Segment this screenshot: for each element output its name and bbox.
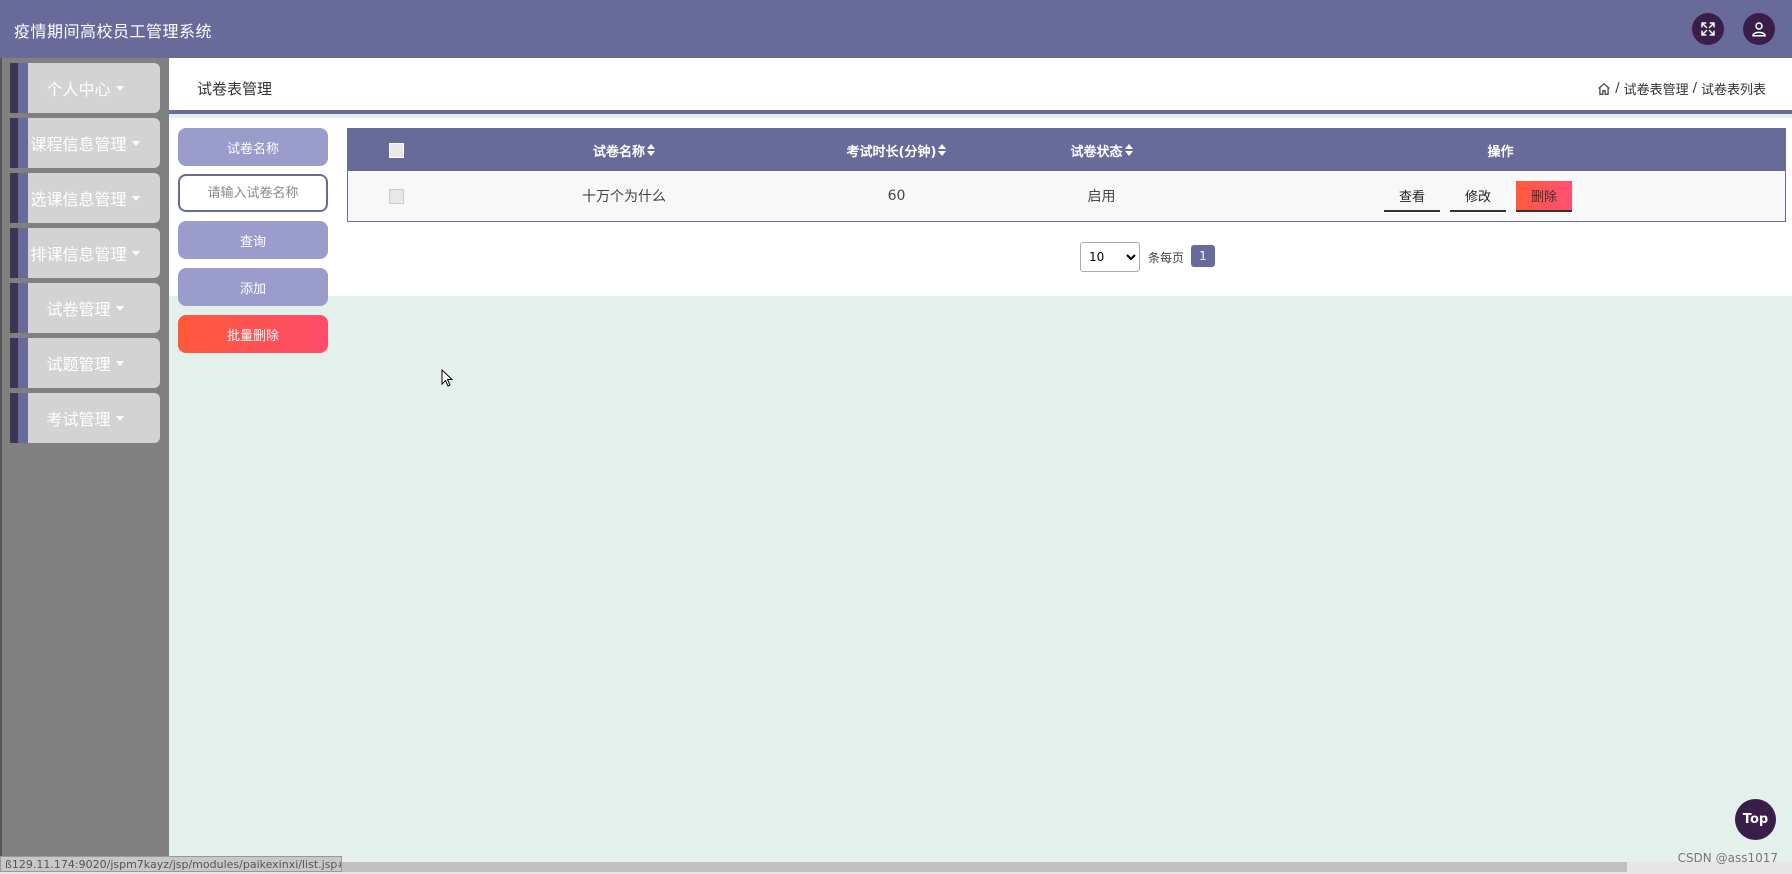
sidebar-item-label: 课程信息管理 — [30, 135, 127, 154]
chevron-down-icon — [115, 415, 124, 421]
sort-icon — [938, 144, 947, 156]
page-titlebar: 试卷表管理 / 试卷表管理 / 试卷表列表 — [169, 58, 1792, 114]
user-button[interactable] — [1743, 13, 1775, 45]
watermark: CSDN @ass1017 — [1677, 851, 1778, 865]
cell-paper-name: 十万个为什么 — [582, 189, 666, 205]
column-header-duration[interactable]: 考试时长(分钟) — [804, 129, 989, 171]
app-title: 疫情期间高校员工管理系统 — [14, 22, 213, 41]
mouse-cursor-icon — [441, 369, 453, 387]
fullscreen-button[interactable] — [1692, 13, 1724, 45]
delete-button[interactable]: 删除 — [1516, 181, 1572, 212]
name-filter-label: 试卷名称 — [178, 128, 328, 166]
per-page-label: 条每页 — [1148, 251, 1185, 265]
sidebar-item-label: 考试管理 — [46, 410, 111, 429]
browser-status-url: ß129.11.174:9020/jspm7kayz/jsp/modules/p… — [0, 856, 342, 872]
sidebar-item-label: 试卷管理 — [46, 300, 111, 319]
sidebar-item-label: 排课信息管理 — [30, 245, 127, 264]
column-header-label: 考试时长(分钟) — [846, 144, 937, 160]
cell-status: 启用 — [1087, 189, 1116, 205]
scrollbar-thumb[interactable] — [342, 862, 1627, 872]
select-all-checkbox[interactable] — [388, 142, 404, 158]
breadcrumb: / 试卷表管理 / 试卷表列表 — [1597, 79, 1766, 98]
sidebar-item-schedule[interactable]: 排课信息管理 — [10, 228, 160, 278]
chevron-down-icon — [115, 305, 124, 311]
column-header-label: 试卷名称 — [592, 144, 645, 160]
chevron-down-icon — [115, 360, 124, 366]
column-header-actions: 操作 — [1214, 129, 1787, 171]
user-icon — [1752, 22, 1766, 37]
select-all-cell — [348, 129, 444, 171]
breadcrumb-item[interactable]: 试卷表管理 — [1624, 79, 1689, 98]
sidebar-item-questions[interactable]: 试题管理 — [10, 338, 160, 388]
chevron-down-icon — [131, 250, 140, 256]
sidebar-item-label: 个人中心 — [46, 80, 111, 99]
sidebar-item-label: 试题管理 — [46, 355, 111, 374]
breadcrumb-separator: / — [1692, 81, 1697, 96]
sidebar-item-course-info[interactable]: 课程信息管理 — [10, 118, 160, 168]
top-header: 疫情期间高校员工管理系统 — [0, 0, 1792, 58]
chevron-down-icon — [115, 85, 124, 91]
sidebar-item-course-selection[interactable]: 选课信息管理 — [10, 173, 160, 223]
chevron-down-icon — [131, 140, 140, 146]
table-row: 十万个为什么 60 启用 查看 修改 删除 — [348, 171, 1785, 221]
fullscreen-icon — [1701, 22, 1715, 36]
edit-button[interactable]: 修改 — [1450, 181, 1506, 212]
page-number-button[interactable]: 1 — [1191, 245, 1215, 267]
sidebar-item-label: 选课信息管理 — [30, 190, 127, 209]
batch-delete-button[interactable]: 批量删除 — [178, 315, 328, 353]
sidebar-item-personal-center[interactable]: 个人中心 — [10, 63, 160, 113]
column-header-name[interactable]: 试卷名称 — [444, 129, 804, 171]
column-header-label: 试卷状态 — [1070, 144, 1123, 160]
sort-icon — [1124, 144, 1133, 156]
breadcrumb-item: 试卷表列表 — [1700, 83, 1766, 98]
sidebar-edge — [0, 58, 2, 874]
page-title: 试卷表管理 — [197, 80, 273, 98]
back-to-top-button[interactable]: Top — [1735, 799, 1776, 840]
row-select-cell — [348, 171, 444, 221]
breadcrumb-separator: / — [1615, 81, 1620, 96]
sidebar-item-exam-paper[interactable]: 试卷管理 — [10, 283, 160, 333]
sort-icon — [647, 144, 655, 156]
cell-duration: 60 — [887, 188, 906, 204]
table-header: 试卷名称 考试时长(分钟) 试卷状态 操作 — [348, 129, 1785, 171]
query-button[interactable]: 查询 — [178, 221, 328, 259]
sidebar-item-exam[interactable]: 考试管理 — [10, 393, 160, 443]
column-header-label: 操作 — [1487, 144, 1514, 160]
add-button[interactable]: 添加 — [178, 268, 328, 306]
paper-name-input[interactable] — [178, 174, 328, 212]
row-checkbox[interactable] — [388, 188, 404, 204]
page-size-select[interactable]: 10 — [1080, 242, 1140, 272]
home-icon[interactable] — [1597, 82, 1611, 96]
chevron-down-icon — [131, 195, 140, 201]
data-table: 试卷名称 考试时长(分钟) 试卷状态 操作 十万个为什么 60 启用 查看 修改… — [347, 128, 1786, 222]
column-header-status[interactable]: 试卷状态 — [989, 129, 1214, 171]
view-button[interactable]: 查看 — [1384, 181, 1440, 212]
